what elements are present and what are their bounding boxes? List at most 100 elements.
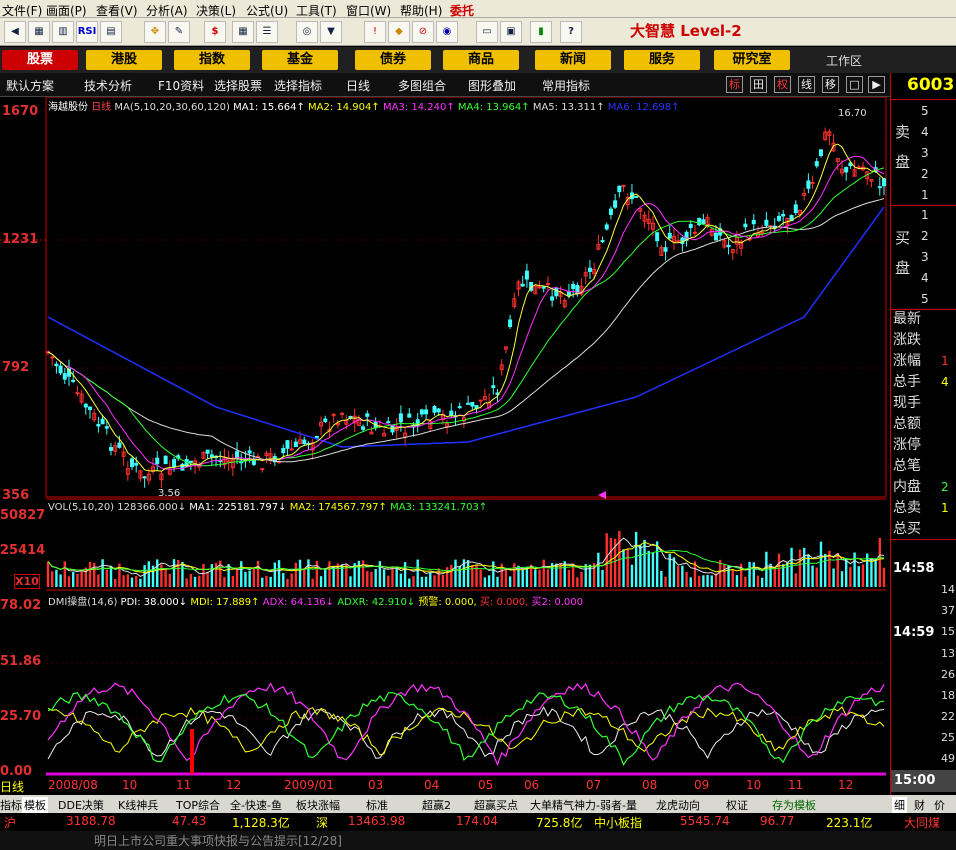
btn-rights[interactable]: 权 [774, 76, 791, 93]
candle-body [701, 219, 706, 224]
volume-bar [332, 566, 335, 587]
grid-icon[interactable]: ▤ [100, 21, 122, 43]
ma5-line [47, 198, 885, 463]
opt-tech-analysis[interactable]: 技术分析 [84, 77, 132, 94]
opt-multi-chart[interactable]: 多图组合 [398, 77, 446, 94]
pen-icon[interactable]: ✎ [168, 21, 190, 43]
btn-line[interactable]: 线 [798, 76, 815, 93]
tab-bigorder[interactable]: 大单精气神力-弱者-量 [530, 797, 637, 813]
tab-finance[interactable]: 财 [914, 797, 925, 813]
volume-bar [408, 578, 411, 587]
volume-bar [307, 559, 310, 587]
tab-dde[interactable]: DDE决策 [58, 797, 104, 813]
ma6-line [47, 206, 885, 448]
no-icon[interactable]: ⊘ [412, 21, 434, 43]
news-ticker[interactable]: 明日上市公司重大事项快报与公告提示[12/28] [94, 832, 342, 849]
menu-view[interactable]: 查看(V) [96, 2, 138, 19]
nav-service[interactable]: 服务 [624, 50, 700, 70]
nav-index[interactable]: 指数 [174, 50, 250, 70]
tab-indicator[interactable]: 指标 [0, 797, 22, 813]
rsi-icon[interactable]: RSI [76, 21, 98, 43]
sh-label[interactable]: 沪 [4, 814, 16, 831]
nav-commodity[interactable]: 商品 [443, 50, 519, 70]
nav-workspace[interactable]: 工作区 [826, 52, 862, 69]
nav-fund[interactable]: 基金 [262, 50, 338, 70]
btn-grid[interactable]: 田 [750, 76, 767, 93]
opt-select-stock[interactable]: 选择股票 [214, 77, 262, 94]
ma1-value: MA1: 15.664↑ [233, 102, 305, 113]
tab-kline[interactable]: K线神兵 [118, 797, 158, 813]
kline-icon[interactable]: ▥ [52, 21, 74, 43]
tab-price[interactable]: 价 [934, 797, 945, 813]
menu-tools[interactable]: 工具(T) [296, 2, 337, 19]
list-icon[interactable]: ☰ [256, 21, 278, 43]
menu-analysis[interactable]: 分析(A) [146, 2, 188, 19]
nav-research[interactable]: 研究室 [714, 50, 790, 70]
btn-window[interactable]: □ [846, 76, 863, 93]
date-tick: 08 [642, 778, 658, 792]
candle-body [844, 166, 849, 173]
globe-icon[interactable]: ◉ [436, 21, 458, 43]
dollar-icon[interactable]: $ [204, 21, 226, 43]
window-icon[interactable]: ▣ [500, 21, 522, 43]
zx-change: 96.77 [760, 814, 795, 828]
table-icon[interactable]: ▦ [232, 21, 254, 43]
stock-chart[interactable] [0, 97, 890, 795]
chart-icon[interactable]: ▦ [28, 21, 50, 43]
date-tick: 05 [478, 778, 494, 792]
diamond-icon[interactable]: ◆ [388, 21, 410, 43]
btn-next[interactable]: ▶ [868, 76, 885, 93]
opt-common-indicator[interactable]: 常用指标 [542, 77, 590, 94]
opt-overlay[interactable]: 图形叠加 [468, 77, 516, 94]
tab-dragon[interactable]: 龙虎动向 [656, 797, 700, 813]
sz-label[interactable]: 深 [316, 814, 328, 831]
menu-window[interactable]: 窗口(W) [346, 2, 391, 19]
volume-bar [483, 577, 487, 587]
nav-stocks[interactable]: 股票 [2, 50, 78, 70]
tab-warrant[interactable]: 权证 [726, 797, 748, 813]
tab-sector[interactable]: 板块涨幅 [296, 797, 340, 813]
tab-fast[interactable]: 全-快速-鱼 [230, 797, 282, 813]
price-tick-4: 356 [2, 488, 30, 503]
volume-bar [412, 576, 415, 587]
opt-default-scheme[interactable]: 默认方案 [6, 77, 54, 94]
back-icon[interactable]: ◀ [4, 21, 26, 43]
binoculars-icon[interactable]: ◎ [296, 21, 318, 43]
tab-top[interactable]: TOP综合 [176, 797, 220, 813]
nav-bond[interactable]: 债券 [355, 50, 431, 70]
tab-super-buy[interactable]: 超赢买点 [474, 797, 518, 813]
btn-mark[interactable]: 标 [726, 76, 743, 93]
nav-hk[interactable]: 港股 [86, 50, 162, 70]
btn-move[interactable]: 移 [822, 76, 839, 93]
zx-label[interactable]: 中小板指 [594, 814, 642, 831]
filter-icon[interactable]: ▼ [320, 21, 342, 43]
menu-trade[interactable]: 委托 [450, 2, 474, 19]
candle-body [541, 286, 546, 289]
tab-save-template[interactable]: 存为模板 [772, 797, 816, 813]
alert-icon[interactable]: ! [364, 21, 386, 43]
tab-detail[interactable]: 细 [892, 797, 907, 813]
menu-decision[interactable]: 决策(L) [196, 2, 236, 19]
opt-daily[interactable]: 日线 [346, 77, 370, 94]
nav-news[interactable]: 新闻 [535, 50, 611, 70]
tab-standard[interactable]: 标准 [366, 797, 388, 813]
candle-body [524, 270, 529, 280]
opt-select-indicator[interactable]: 选择指标 [274, 77, 322, 94]
tab-template[interactable]: 模板 [22, 797, 48, 813]
menu-file[interactable]: 文件(F) [2, 2, 42, 19]
menu-formula[interactable]: 公式(U) [246, 2, 288, 19]
opt-f10[interactable]: F10资料 [158, 77, 204, 94]
doc-icon[interactable]: ▭ [476, 21, 498, 43]
bars-icon[interactable]: ▮ [530, 21, 552, 43]
candle-body [508, 319, 513, 328]
other-ticker[interactable]: 大同煤 [904, 814, 940, 831]
candle-body [155, 457, 160, 465]
candle-body [386, 421, 391, 424]
help-icon[interactable]: ? [560, 21, 582, 43]
menu-help[interactable]: 帮助(H) [400, 2, 442, 19]
tab-super2[interactable]: 超赢2 [422, 797, 451, 813]
volume-bar [508, 576, 512, 587]
volume-bar [248, 570, 251, 587]
move-icon[interactable]: ✥ [144, 21, 166, 43]
menu-screen[interactable]: 画面(P) [46, 2, 87, 19]
